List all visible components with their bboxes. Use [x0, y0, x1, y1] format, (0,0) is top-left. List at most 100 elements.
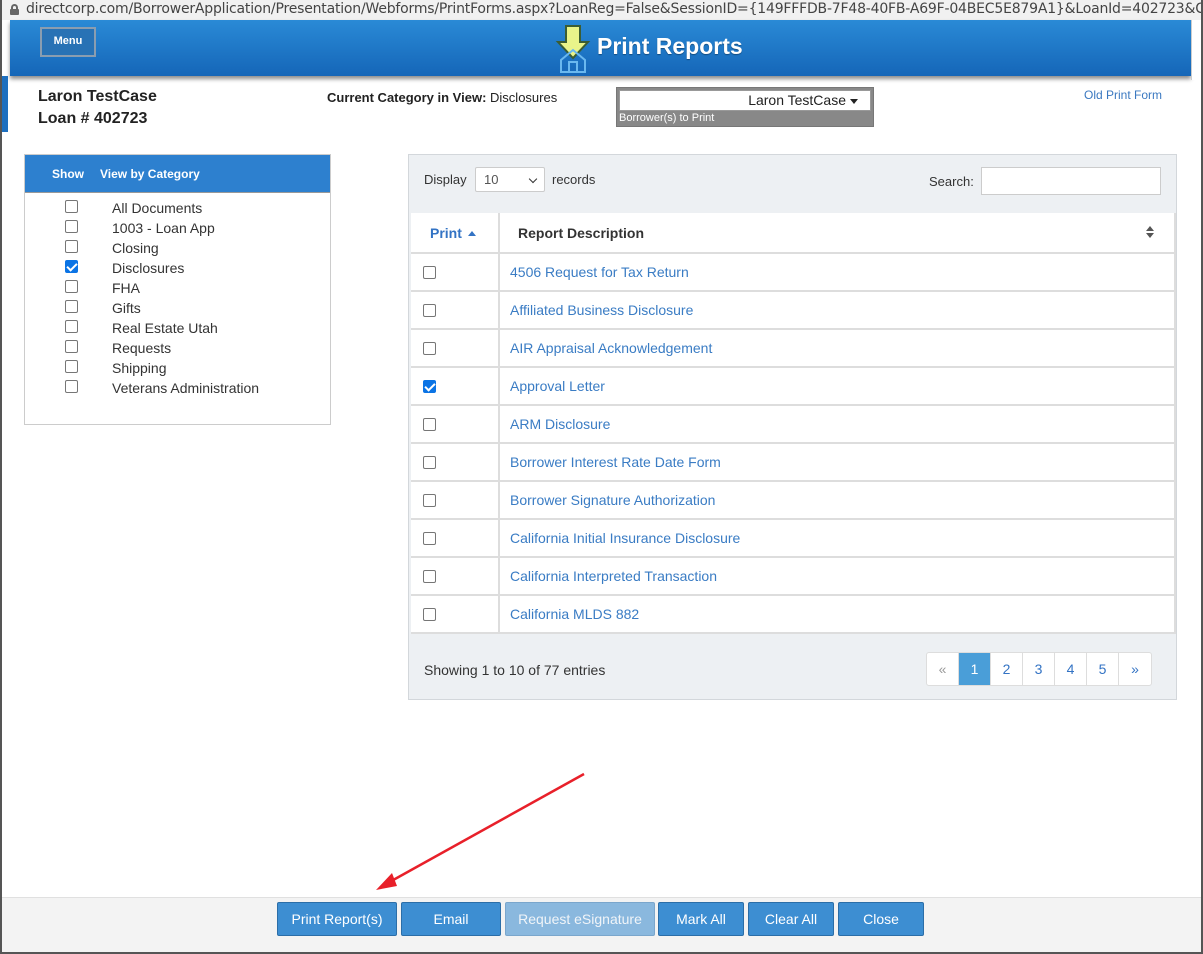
category-checkbox[interactable] — [65, 200, 78, 213]
category-checkbox[interactable] — [65, 260, 78, 273]
print-checkbox[interactable] — [423, 455, 436, 469]
category-label: All Documents — [112, 200, 203, 216]
caret-down-icon — [850, 99, 858, 104]
report-link[interactable]: California MLDS 882 — [499, 595, 1176, 634]
description-column-header[interactable]: Report Description — [499, 213, 1176, 254]
print-cell — [411, 557, 500, 596]
page-button[interactable]: 2 — [991, 653, 1023, 685]
print-cell — [411, 443, 500, 482]
request-esignature-button[interactable]: Request eSignature — [505, 902, 655, 936]
loan-number: Loan # 402723 — [38, 110, 148, 127]
category-item[interactable]: Veterans Administration — [25, 377, 325, 397]
page-button[interactable]: 1 — [959, 653, 991, 685]
clear-all-button[interactable]: Clear All — [748, 902, 834, 936]
address-bar[interactable]: directcorp.com/BorrowerApplication/Prese… — [2, 0, 1201, 20]
display-count-select[interactable]: 10 — [475, 167, 545, 192]
report-link[interactable]: 4506 Request for Tax Return — [499, 253, 1176, 292]
category-checkbox[interactable] — [65, 320, 78, 333]
category-checkbox[interactable] — [65, 380, 78, 393]
borrower-select-value: Laron TestCase — [748, 92, 846, 108]
table-row: ARM Disclosure — [411, 405, 1176, 444]
category-item[interactable]: Requests — [25, 337, 325, 357]
print-checkbox[interactable] — [423, 531, 436, 545]
report-link[interactable]: California Interpreted Transaction — [499, 557, 1176, 596]
print-checkbox[interactable] — [423, 569, 436, 583]
page-title: Print Reports — [597, 33, 743, 59]
category-label: Real Estate Utah — [112, 320, 218, 336]
category-item[interactable]: Shipping — [25, 357, 325, 377]
current-category-label: Current Category in View: — [327, 90, 487, 105]
category-checkbox[interactable] — [65, 360, 78, 373]
table-row: 4506 Request for Tax Return — [411, 253, 1176, 292]
page-button[interactable]: 3 — [1023, 653, 1055, 685]
table-row: California Initial Insurance Disclosure — [411, 519, 1176, 558]
print-reports-button[interactable]: Print Report(s) — [277, 902, 397, 936]
print-column-header[interactable]: Print — [411, 213, 500, 254]
category-label: Requests — [112, 340, 172, 356]
print-checkbox[interactable] — [423, 493, 436, 507]
lock-icon — [10, 4, 19, 15]
close-button[interactable]: Close — [838, 902, 924, 936]
category-panel: Show View by Category All Documents 1003 … — [24, 154, 331, 425]
report-link[interactable]: Borrower Interest Rate Date Form — [499, 443, 1176, 482]
current-category-value: Disclosures — [490, 90, 558, 105]
category-item[interactable]: FHA — [25, 277, 325, 297]
page-button[interactable]: 4 — [1055, 653, 1087, 685]
page-next[interactable]: » — [1119, 653, 1151, 685]
borrower-select[interactable]: Laron TestCase — [619, 90, 871, 111]
sort-ascending-icon — [467, 230, 476, 236]
scrollbar[interactable] — [1191, 20, 1201, 80]
page-prev[interactable]: « — [927, 653, 959, 685]
print-column-label: Print — [430, 224, 462, 241]
print-checkbox[interactable] — [423, 303, 436, 317]
display-count-value: 10 — [484, 172, 499, 187]
red-arrow-icon — [376, 772, 585, 890]
print-cell — [411, 291, 500, 330]
category-checkbox[interactable] — [65, 340, 78, 353]
report-link[interactable]: Affiliated Business Disclosure — [499, 291, 1176, 330]
print-checkbox[interactable] — [423, 379, 436, 393]
reports-table-body: 4506 Request for Tax Return Affiliated Bu… — [411, 253, 1176, 634]
borrower-select-group: Laron TestCase Borrower(s) to Print — [616, 87, 874, 127]
category-item[interactable]: Disclosures — [25, 257, 325, 277]
report-link[interactable]: AIR Appraisal Acknowledgement — [499, 329, 1176, 368]
table-row: AIR Appraisal Acknowledgement — [411, 329, 1176, 368]
print-cell — [411, 329, 500, 368]
search-label: Search: — [929, 174, 974, 189]
category-item[interactable]: Closing — [25, 237, 325, 257]
print-checkbox[interactable] — [423, 417, 436, 431]
category-item[interactable]: All Documents — [25, 197, 325, 217]
report-link[interactable]: California Initial Insurance Disclosure — [499, 519, 1176, 558]
category-checkbox[interactable] — [65, 240, 78, 253]
borrower-select-caption: Borrower(s) to Print — [619, 112, 715, 124]
table-row: Borrower Signature Authorization — [411, 481, 1176, 520]
category-checkbox[interactable] — [65, 280, 78, 293]
page-button[interactable]: 5 — [1087, 653, 1119, 685]
records-label: records — [552, 172, 596, 187]
search-input[interactable] — [981, 167, 1161, 195]
report-link[interactable]: Borrower Signature Authorization — [499, 481, 1176, 520]
email-button[interactable]: Email — [401, 902, 501, 936]
print-checkbox[interactable] — [423, 607, 436, 621]
print-checkbox[interactable] — [423, 265, 436, 279]
report-link[interactable]: ARM Disclosure — [499, 405, 1176, 444]
mark-all-button[interactable]: Mark All — [658, 902, 744, 936]
table-row: California MLDS 882 — [411, 595, 1176, 634]
category-label: Disclosures — [112, 260, 185, 276]
category-item[interactable]: Gifts — [25, 297, 325, 317]
category-label: 1003 - Loan App — [112, 220, 215, 236]
table-row: Affiliated Business Disclosure — [411, 291, 1176, 330]
category-item[interactable]: 1003 - Loan App — [25, 217, 325, 237]
category-checkbox[interactable] — [65, 220, 78, 233]
menu-button[interactable]: Menu — [40, 27, 96, 57]
print-cell — [411, 481, 500, 520]
report-link[interactable]: Approval Letter — [499, 367, 1176, 406]
category-label: Shipping — [112, 360, 167, 376]
category-checkbox[interactable] — [65, 300, 78, 313]
print-checkbox[interactable] — [423, 341, 436, 355]
current-category: Current Category in View: Disclosures — [327, 90, 557, 105]
sidebar-edge — [2, 76, 8, 132]
category-item[interactable]: Real Estate Utah — [25, 317, 325, 337]
old-print-form-link[interactable]: Old Print Form — [1084, 88, 1162, 102]
table-row: California Interpreted Transaction — [411, 557, 1176, 596]
